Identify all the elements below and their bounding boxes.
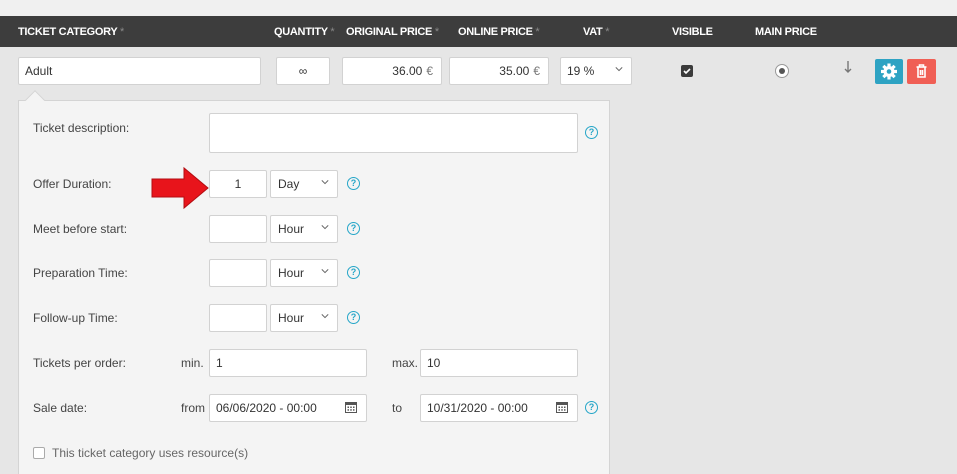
- header-quantity: QUANTITY *: [274, 26, 335, 38]
- original-price-value: 36.00: [392, 64, 423, 78]
- tickets-per-order-label: Tickets per order:: [33, 356, 126, 370]
- offer-duration-input[interactable]: 1: [209, 170, 267, 198]
- from-label: from: [181, 401, 205, 415]
- help-icon[interactable]: ?: [347, 311, 360, 324]
- header-online-price: ONLINE PRICE *: [458, 26, 540, 38]
- header-vat: VAT *: [583, 26, 610, 38]
- vat-select[interactable]: 19 %: [560, 57, 632, 85]
- preparation-time-unit-select[interactable]: Hour: [270, 259, 338, 287]
- header-main-price: MAIN PRICE: [755, 26, 817, 38]
- calendar-icon[interactable]: [556, 401, 568, 413]
- help-icon[interactable]: ?: [347, 266, 360, 279]
- max-label: max.: [392, 356, 419, 370]
- visible-checkbox[interactable]: [681, 65, 693, 77]
- header-ticket-category: TICKET CATEGORY *: [18, 26, 124, 38]
- preparation-time-label: Preparation Time:: [33, 266, 128, 280]
- help-icon[interactable]: ?: [347, 222, 360, 235]
- min-label: min.: [181, 356, 204, 370]
- gear-icon: [881, 63, 897, 80]
- ticket-description-input[interactable]: [209, 113, 578, 153]
- vat-value: 19 %: [567, 64, 595, 78]
- sale-date-to-value: 10/31/2020 - 00:00: [427, 401, 528, 415]
- chevron-down-icon: [615, 67, 623, 72]
- sale-date-to-input[interactable]: 10/31/2020 - 00:00: [420, 394, 578, 422]
- followup-time-input[interactable]: [209, 304, 267, 332]
- sale-date-label: Sale date:: [33, 401, 88, 415]
- delete-button[interactable]: [907, 59, 936, 84]
- preparation-time-unit: Hour: [278, 266, 305, 280]
- check-icon: [683, 68, 691, 75]
- online-price-value: 35.00: [499, 64, 530, 78]
- followup-time-unit: Hour: [278, 311, 305, 325]
- trash-icon: [916, 64, 927, 78]
- ticket-description-label: Ticket description:: [33, 121, 130, 135]
- calendar-icon[interactable]: [345, 401, 357, 413]
- offer-duration-label: Offer Duration:: [33, 177, 112, 191]
- chevron-down-icon: [321, 314, 329, 319]
- meet-before-start-unit-select[interactable]: Hour: [270, 215, 338, 243]
- category-name-input[interactable]: Adult: [18, 57, 261, 85]
- header-visible: VISIBLE: [672, 26, 713, 38]
- help-icon[interactable]: ?: [585, 401, 598, 414]
- top-strip: [0, 0, 957, 16]
- sort-down-icon[interactable]: [843, 60, 853, 77]
- original-price-currency: €: [426, 64, 433, 78]
- table-header: TICKET CATEGORY * QUANTITY * ORIGINAL PR…: [0, 16, 957, 47]
- offer-duration-unit: Day: [278, 177, 300, 191]
- max-tickets-input[interactable]: 10: [420, 349, 578, 377]
- meet-before-start-unit: Hour: [278, 222, 305, 236]
- quantity-input[interactable]: ∞: [276, 57, 330, 85]
- uses-resources-checkbox[interactable]: [33, 447, 45, 459]
- online-price-input[interactable]: 35.00 €: [449, 57, 549, 85]
- preparation-time-input[interactable]: [209, 259, 267, 287]
- meet-before-start-input[interactable]: [209, 215, 267, 243]
- followup-time-unit-select[interactable]: Hour: [270, 304, 338, 332]
- settings-button[interactable]: [875, 59, 903, 84]
- annotation-arrow: [151, 166, 209, 210]
- header-original-price: ORIGINAL PRICE *: [346, 26, 439, 38]
- help-icon[interactable]: ?: [347, 177, 360, 190]
- sale-date-from-input[interactable]: 06/06/2020 - 00:00: [209, 394, 367, 422]
- main-price-radio[interactable]: [775, 64, 789, 78]
- chevron-down-icon: [321, 269, 329, 274]
- offer-duration-unit-select[interactable]: Day: [270, 170, 338, 198]
- meet-before-start-label: Meet before start:: [33, 222, 128, 236]
- chevron-down-icon: [321, 225, 329, 230]
- to-label: to: [392, 401, 403, 415]
- help-icon[interactable]: ?: [585, 126, 598, 139]
- online-price-currency: €: [533, 64, 540, 78]
- chevron-down-icon: [321, 180, 329, 185]
- sale-date-from-value: 06/06/2020 - 00:00: [216, 401, 317, 415]
- original-price-input[interactable]: 36.00 €: [342, 57, 442, 85]
- uses-resources-label[interactable]: This ticket category uses resource(s): [52, 446, 248, 460]
- min-tickets-input[interactable]: 1: [209, 349, 367, 377]
- followup-time-label: Follow-up Time:: [33, 311, 118, 325]
